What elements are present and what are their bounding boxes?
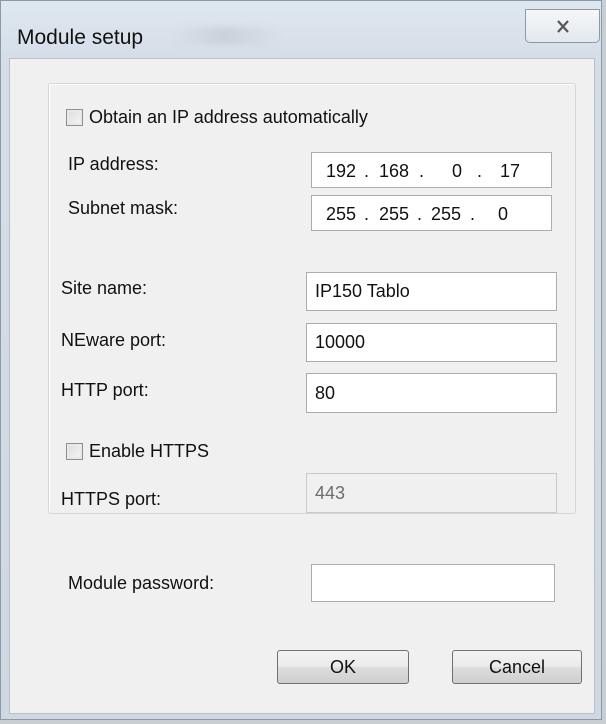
https-port-label: HTTPS port: — [61, 489, 162, 509]
http-port-label: HTTP port: — [61, 380, 149, 400]
dialog-client-area: Obtain an IP address automatically IP ad… — [9, 58, 595, 714]
window-title: Module setup — [17, 26, 144, 49]
subnet-mask-field[interactable]: 255 . 255 . 255 . 0 — [311, 195, 552, 231]
ip-octet-4: 17 — [500, 161, 521, 181]
ip-address-field[interactable]: 192 . 168 . 0 . 17 — [311, 152, 552, 188]
close-button[interactable] — [525, 9, 600, 43]
subnet-octet-2: 255 — [379, 204, 410, 224]
neware-port-label: NEware port: — [61, 330, 167, 350]
subnet-dot-2: . — [417, 204, 423, 224]
cancel-button[interactable]: Cancel — [452, 650, 582, 684]
enable-https-checkbox-row[interactable]: Enable HTTPS — [66, 441, 209, 462]
close-icon — [556, 19, 570, 33]
neware-port-input[interactable]: 10000 — [306, 323, 557, 362]
subnet-octet-3: 255 — [431, 204, 462, 224]
site-name-input[interactable]: IP150 Tablo — [306, 272, 557, 311]
http-port-input[interactable]: 80 — [306, 373, 557, 413]
ok-button[interactable]: OK — [277, 650, 409, 684]
ip-dot-2: . — [419, 161, 425, 181]
module-setup-window: Module setup Obtain an IP address automa… — [0, 0, 602, 720]
subnet-mask-label: Subnet mask: — [68, 198, 179, 218]
site-name-label: Site name: — [61, 278, 148, 298]
auto-ip-label: Obtain an IP address automatically — [89, 107, 368, 127]
subnet-dot-1: . — [364, 204, 370, 224]
ip-address-label: IP address: — [68, 154, 159, 174]
auto-ip-checkbox-row[interactable]: Obtain an IP address automatically — [66, 107, 368, 128]
subnet-dot-3: . — [470, 204, 476, 224]
ip-octet-3: 0 — [452, 161, 463, 181]
ip-octet-2: 168 — [379, 161, 410, 181]
title-blur — [171, 27, 281, 45]
enable-https-label: Enable HTTPS — [89, 441, 210, 461]
ip-octet-1: 192 — [326, 161, 357, 181]
subnet-octet-1: 255 — [326, 204, 357, 224]
https-port-input: 443 — [306, 473, 557, 513]
ip-dot-1: . — [364, 161, 370, 181]
subnet-octet-4: 0 — [498, 204, 509, 224]
module-password-input[interactable] — [311, 564, 555, 602]
ip-dot-3: . — [477, 161, 483, 181]
enable-https-checkbox[interactable] — [66, 443, 83, 460]
module-password-label: Module password: — [68, 573, 215, 593]
auto-ip-checkbox[interactable] — [66, 109, 83, 126]
